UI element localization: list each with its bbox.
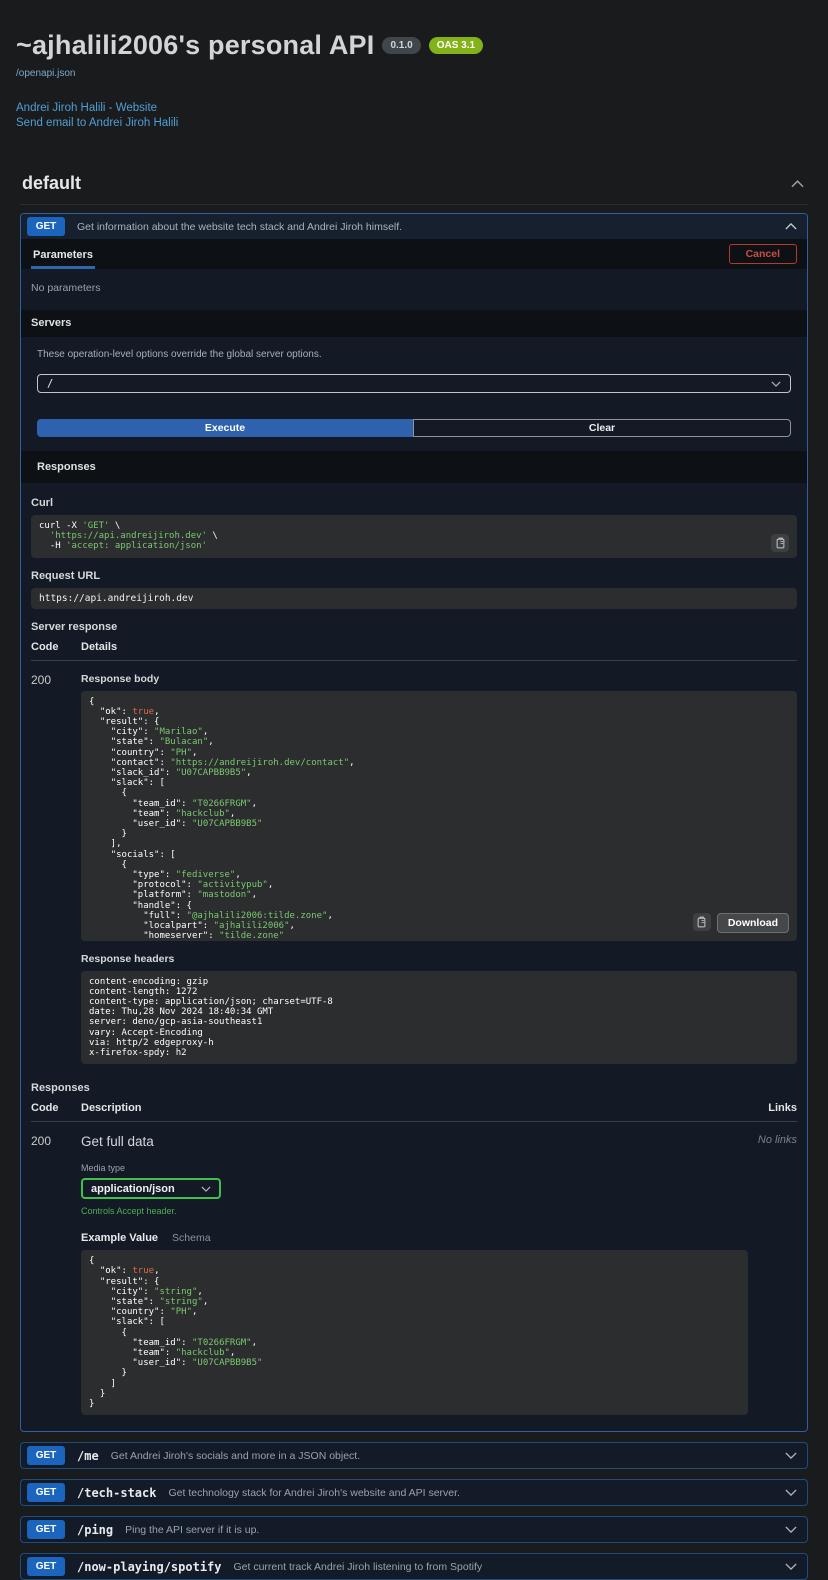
servers-note: These operation-level options override t… bbox=[37, 349, 791, 360]
no-parameters-text: No parameters bbox=[21, 269, 807, 310]
method-badge-get: GET bbox=[27, 217, 65, 236]
cancel-button[interactable]: Cancel bbox=[729, 244, 797, 264]
tag-title: default bbox=[22, 173, 81, 194]
tab-schema[interactable]: Schema bbox=[172, 1232, 211, 1244]
example-value: { "ok": true, "result": { "city": "strin… bbox=[81, 1250, 748, 1415]
curl-label: Curl bbox=[31, 497, 797, 509]
chevron-down-icon[interactable] bbox=[785, 1452, 797, 1459]
website-link[interactable]: Andrei Jiroh Halili - Website bbox=[16, 101, 808, 116]
endpoint-description: Get Andrei Jiroh's socials and more in a… bbox=[111, 1450, 360, 1462]
description-column-header: Description bbox=[81, 1102, 737, 1114]
media-type-select[interactable]: application/json bbox=[81, 1178, 221, 1199]
opblock-get-tech-stack[interactable]: GET /tech-stack Get technology stack for… bbox=[20, 1479, 808, 1506]
response-body: { "ok": true, "result": { "city": "Maril… bbox=[81, 691, 797, 941]
links-column-header: Links bbox=[737, 1102, 797, 1114]
server-select[interactable]: / bbox=[37, 374, 791, 393]
method-badge-get: GET bbox=[27, 1446, 65, 1465]
code-column-header: Code bbox=[31, 1102, 81, 1114]
chevron-down-icon[interactable] bbox=[785, 1489, 797, 1496]
response-headers-label: Response headers bbox=[81, 953, 797, 965]
chevron-up-icon[interactable] bbox=[785, 223, 797, 230]
response-body-label: Response body bbox=[81, 673, 797, 685]
clear-button[interactable]: Clear bbox=[413, 419, 791, 437]
version-badge: 0.1.0 bbox=[382, 37, 420, 54]
request-url-value: https://api.andreijiroh.dev bbox=[31, 588, 797, 609]
oas-badge: OAS 3.1 bbox=[429, 37, 483, 54]
copy-icon[interactable] bbox=[693, 913, 711, 931]
endpoint-path: /now-playing/spotify bbox=[77, 1560, 222, 1574]
request-url-label: Request URL bbox=[31, 570, 797, 582]
method-badge-get: GET bbox=[27, 1520, 65, 1539]
status-code: 200 bbox=[31, 673, 81, 1065]
execute-button[interactable]: Execute bbox=[37, 419, 413, 437]
operation-summary[interactable]: GET Get information about the website te… bbox=[21, 214, 807, 239]
method-badge-get: GET bbox=[27, 1483, 65, 1502]
endpoint-description: Ping the API server if it is up. bbox=[125, 1524, 259, 1536]
openapi-spec-link[interactable]: /openapi.json bbox=[16, 68, 76, 79]
response-doc-row: 200 Get full data Media type application… bbox=[31, 1122, 797, 1415]
chevron-down-icon bbox=[771, 381, 781, 387]
curl-command: curl -X 'GET' \ 'https://api.andreijiroh… bbox=[31, 515, 797, 558]
response-headers: content-encoding: gzip content-length: 1… bbox=[81, 971, 797, 1065]
opblock-get-now-playing-spotify[interactable]: GET /now-playing/spotify Get current tra… bbox=[20, 1553, 808, 1580]
server-response-row: 200 Response body { "ok": true, "result"… bbox=[31, 661, 797, 1065]
endpoint-path: /ping bbox=[77, 1523, 113, 1537]
tag-section-default[interactable]: default bbox=[20, 173, 808, 205]
servers-heading: Servers bbox=[21, 310, 807, 337]
method-badge-get: GET bbox=[27, 1557, 65, 1576]
endpoint-path: /me bbox=[77, 1449, 99, 1463]
chevron-up-icon[interactable] bbox=[791, 180, 804, 188]
download-button[interactable]: Download bbox=[717, 913, 789, 933]
details-column-header: Details bbox=[81, 641, 797, 653]
endpoint-path: /tech-stack bbox=[77, 1486, 156, 1500]
responses-heading: Responses bbox=[21, 451, 807, 483]
tab-parameters[interactable]: Parameters bbox=[31, 240, 95, 269]
response-description: Get full data bbox=[81, 1134, 737, 1149]
server-response-label: Server response bbox=[31, 621, 797, 633]
status-code: 200 bbox=[31, 1134, 81, 1415]
page-title: ~ajhalili2006's personal API bbox=[16, 30, 374, 61]
responses-table-header: Code Description Links bbox=[31, 1102, 797, 1122]
opblock-get-ping[interactable]: GET /ping Ping the API server if it is u… bbox=[20, 1516, 808, 1543]
responses-doc-label: Responses bbox=[31, 1082, 797, 1094]
endpoint-description: Get current track Andrei Jiroh listening… bbox=[234, 1561, 483, 1573]
server-response-table-header: Code Details bbox=[31, 641, 797, 661]
controls-accept-note: Controls Accept header. bbox=[81, 1206, 737, 1216]
endpoint-description: Get technology stack for Andrei Jiroh's … bbox=[168, 1487, 460, 1499]
code-column-header: Code bbox=[31, 641, 81, 653]
operation-description: Get information about the website tech s… bbox=[77, 221, 402, 233]
media-type-label: Media type bbox=[81, 1163, 737, 1173]
email-link[interactable]: Send email to Andrei Jiroh Halili bbox=[16, 116, 808, 131]
chevron-down-icon bbox=[201, 1186, 211, 1192]
api-info-section: ~ajhalili2006's personal API 0.1.0 OAS 3… bbox=[0, 0, 828, 131]
opblock-root-get: GET Get information about the website te… bbox=[20, 213, 808, 1432]
opblock-get-me[interactable]: GET /me Get Andrei Jiroh's socials and m… bbox=[20, 1442, 808, 1469]
chevron-down-icon[interactable] bbox=[785, 1526, 797, 1533]
chevron-down-icon[interactable] bbox=[785, 1563, 797, 1570]
copy-icon[interactable] bbox=[771, 534, 789, 552]
server-select-value: / bbox=[47, 378, 53, 390]
media-type-value: application/json bbox=[91, 1183, 175, 1195]
tab-example-value[interactable]: Example Value bbox=[81, 1232, 158, 1244]
